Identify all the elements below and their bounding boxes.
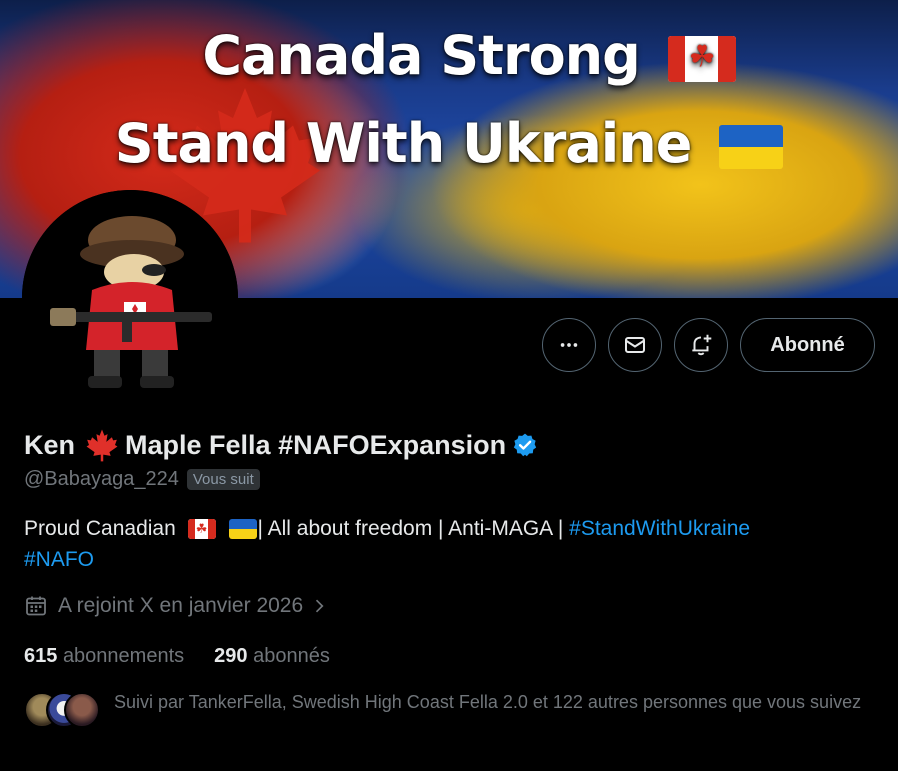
followers-count: 290: [214, 645, 248, 667]
joined-date-row[interactable]: A rejoint X en janvier 2026: [24, 594, 329, 618]
followers-link[interactable]: 290 abonnés: [214, 645, 330, 668]
more-icon: [560, 343, 578, 347]
notifications-button[interactable]: [674, 318, 728, 372]
chevron-right-icon: [316, 599, 324, 613]
calendar-icon: [26, 596, 46, 616]
banner-line-2: Stand With Ukraine: [0, 112, 898, 175]
followers-you-know[interactable]: Suivi par TankerFella, Swedish High Coas…: [24, 690, 874, 730]
display-name-row: Ken Maple Fella #NAFOExpansion: [24, 425, 538, 465]
message-button[interactable]: [608, 318, 662, 372]
handle-row: @Babayaga_224 Vous suit: [24, 468, 260, 491]
display-name-part2: Maple Fella #NAFOExpansion: [125, 429, 507, 460]
followers-you-know-text: Suivi par TankerFella, Swedish High Coas…: [114, 692, 862, 712]
banner-line-1: Canada Strong ☘: [0, 24, 898, 87]
hashtag-standwithukraine[interactable]: #StandWithUkraine: [569, 517, 750, 540]
bio: Proud Canadian ☘ | All about freedom | A…: [24, 513, 874, 575]
more-button[interactable]: [542, 318, 596, 372]
canada-flag-icon: ☘: [667, 36, 736, 83]
profile-actions: Abonné: [0, 318, 898, 372]
mutual-avatar-3: [64, 692, 100, 728]
followers-label: abonnés: [253, 645, 330, 667]
verified-badge-icon[interactable]: [512, 432, 538, 458]
bell-plus-icon: [692, 334, 712, 356]
maple-leaf-emoji-icon: [86, 429, 118, 462]
bio-text-1: Proud Canadian: [24, 517, 176, 540]
mutual-avatars: [24, 690, 104, 730]
mail-icon: [625, 337, 645, 353]
following-button[interactable]: Abonné: [740, 318, 875, 372]
follow-stats: 615 abonnements 290 abonnés: [24, 645, 330, 668]
following-label: abonnements: [62, 645, 185, 667]
joined-date-text: A rejoint X en janvier 2026: [58, 594, 304, 617]
hashtag-nafo[interactable]: #NAFO: [24, 548, 94, 571]
avatar-image: [22, 190, 238, 406]
handle: @Babayaga_224: [24, 468, 179, 490]
display-name-part1: Ken: [24, 429, 76, 460]
ukraine-flag-icon: [719, 125, 784, 170]
following-link[interactable]: 615 abonnements: [24, 645, 184, 668]
following-count: 615: [24, 645, 58, 667]
canada-flag-icon: ☘: [187, 519, 216, 540]
bio-text-2: | All about freedom | Anti-MAGA |: [257, 517, 564, 540]
follows-you-badge: Vous suit: [186, 469, 260, 490]
ukraine-flag-icon: [229, 519, 258, 540]
avatar[interactable]: [22, 190, 238, 406]
following-button-label: Abonné: [770, 333, 845, 356]
